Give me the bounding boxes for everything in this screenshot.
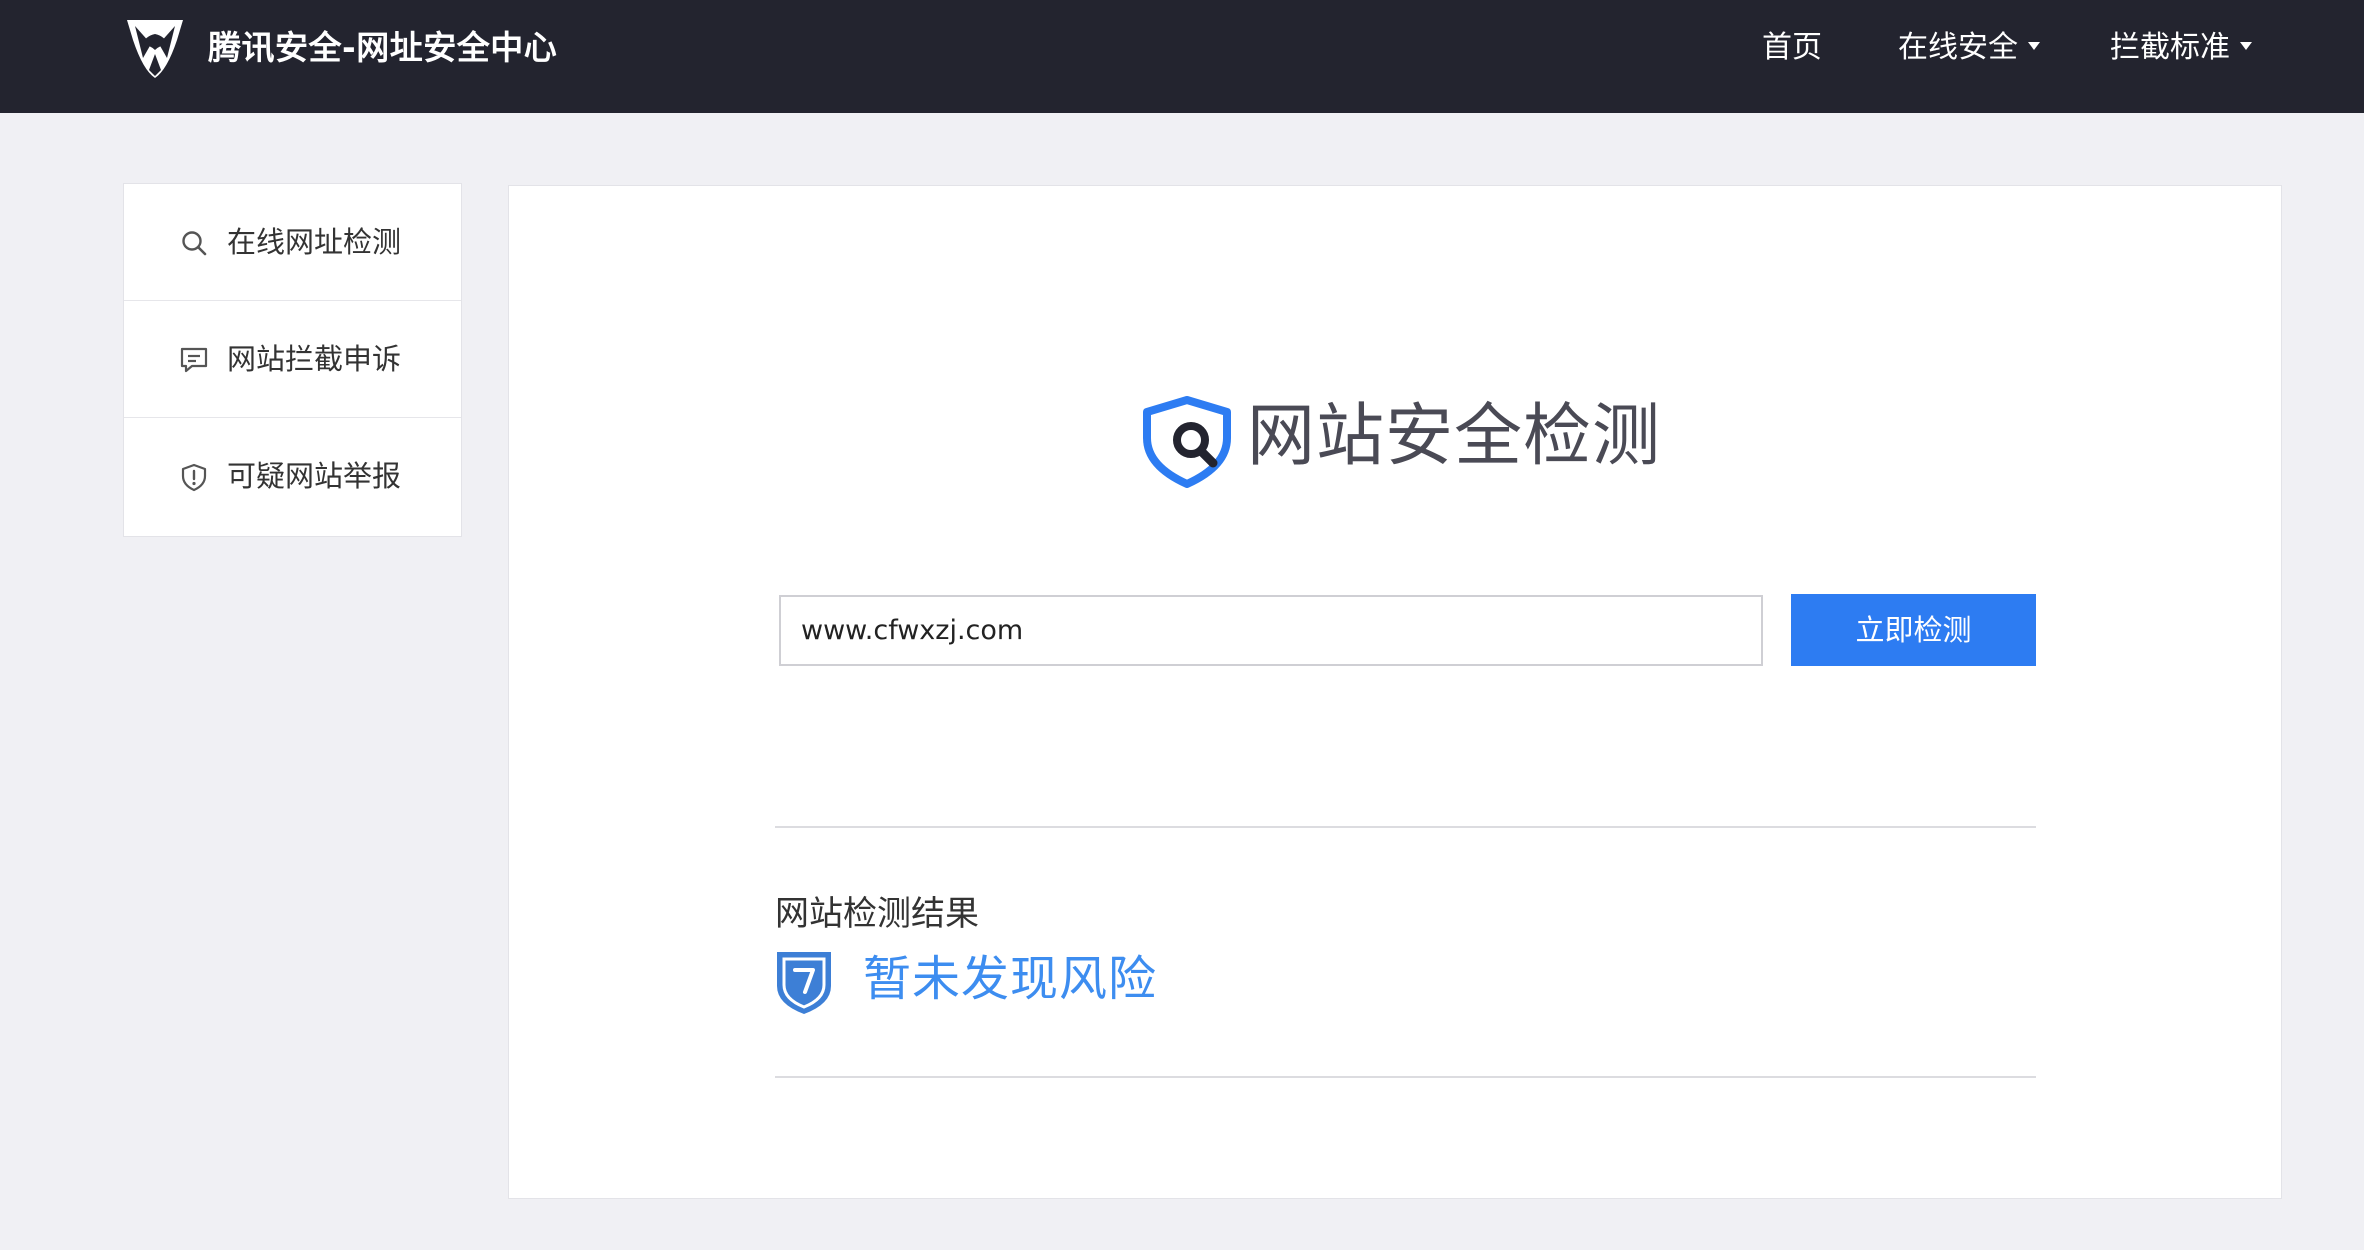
- divider: [775, 1076, 2036, 1078]
- caret-down-icon: [2028, 41, 2040, 50]
- sidebar-item-label: 可疑网站举报: [227, 459, 402, 493]
- page-title: 网站安全检测: [1247, 397, 1662, 476]
- scan-now-button[interactable]: 立即检测: [1791, 594, 2036, 666]
- nav-block-standard-dropdown[interactable]: 拦截标准: [2110, 26, 2252, 70]
- nav-home[interactable]: 首页: [1762, 26, 1822, 70]
- nav-online-security-dropdown[interactable]: 在线安全: [1898, 26, 2040, 70]
- nav-home-label: 首页: [1762, 30, 1822, 65]
- safe-shield-icon: [777, 952, 831, 1014]
- site-title[interactable]: 腾讯安全-网址安全中心: [208, 26, 557, 70]
- top-navigation-bar: 腾讯安全-网址安全中心 首页 在线安全 拦截标准: [0, 0, 2364, 113]
- divider: [775, 826, 2036, 828]
- url-input[interactable]: [779, 595, 1763, 666]
- nav-online-security-label: 在线安全: [1898, 30, 2018, 65]
- sidebar-item-label: 在线网址检测: [227, 225, 402, 259]
- shield-alert-icon: [181, 463, 207, 492]
- shield-search-icon: [1143, 396, 1231, 488]
- result-status-text: 暂未发现风险: [863, 951, 1158, 1007]
- sidebar-item-online-url-check[interactable]: 在线网址检测: [124, 184, 461, 301]
- sidebar-item-label: 网站拦截申诉: [227, 342, 402, 376]
- result-heading: 网站检测结果: [775, 894, 979, 934]
- sidebar-menu: 在线网址检测 网站拦截申诉 可疑网站举报: [123, 183, 462, 537]
- nav-block-standard-label: 拦截标准: [2110, 30, 2230, 65]
- sidebar-item-block-appeal[interactable]: 网站拦截申诉: [124, 301, 461, 418]
- sidebar-item-suspicious-report[interactable]: 可疑网站举报: [124, 418, 461, 535]
- chat-icon: [180, 347, 208, 373]
- search-icon: [182, 231, 207, 256]
- caret-down-icon: [2240, 41, 2252, 50]
- tencent-security-logo-icon[interactable]: [121, 14, 189, 82]
- main-panel: 网站安全检测 立即检测 网站检测结果 暂未发现风险: [508, 185, 2282, 1199]
